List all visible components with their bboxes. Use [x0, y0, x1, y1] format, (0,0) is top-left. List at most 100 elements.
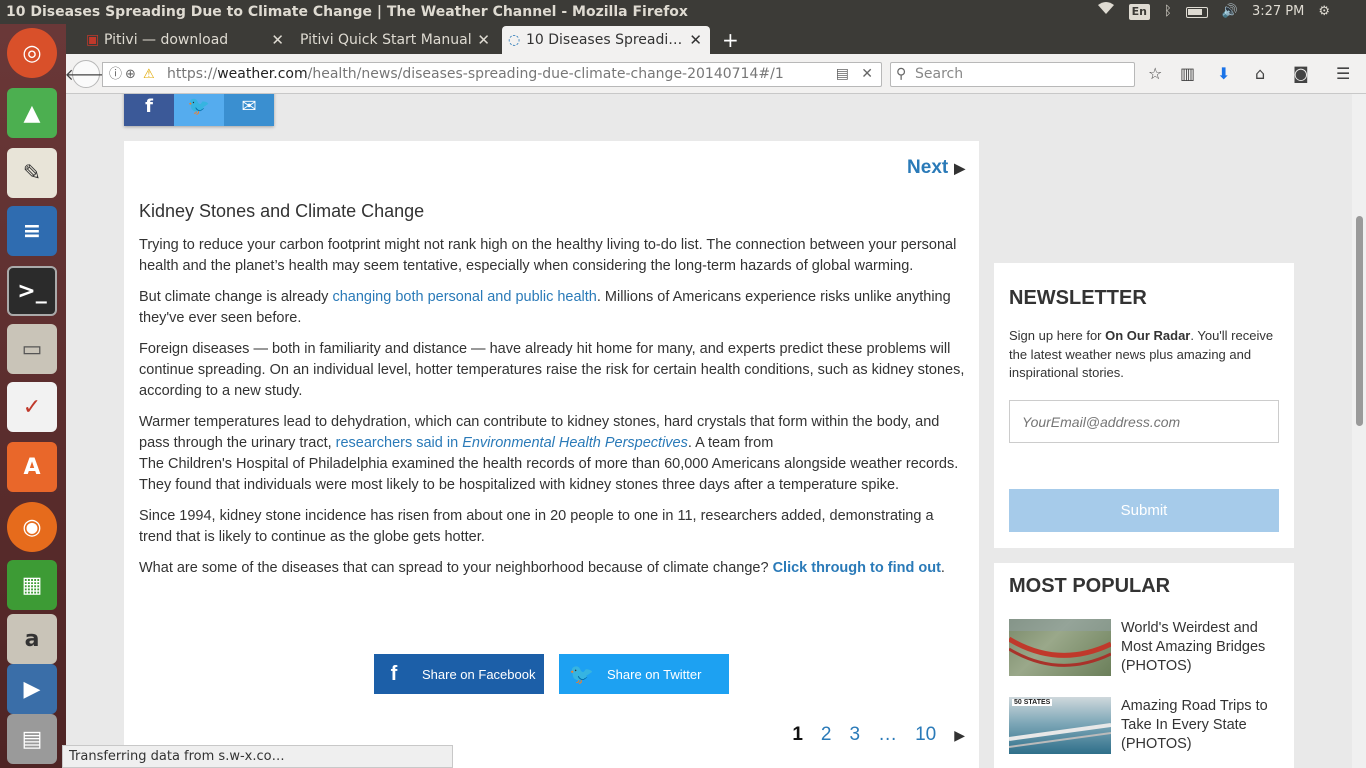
- window-titlebar: 10 Diseases Spreading Due to Climate Cha…: [0, 0, 1366, 24]
- newsletter-title: NEWSLETTER: [1009, 287, 1147, 309]
- text: .: [940, 560, 945, 576]
- trash-icon[interactable]: ▤: [7, 714, 57, 764]
- pitivi-icon: ▣: [86, 32, 100, 48]
- new-tab-button[interactable]: +: [718, 26, 744, 54]
- paragraph: What are some of the diseases that can s…: [139, 558, 965, 579]
- list-item[interactable]: 50 STATES Amazing Road Trips to Take In …: [1009, 697, 1289, 757]
- menu-icon[interactable]: ☰: [1336, 64, 1350, 83]
- paragraph: But climate change is already changing b…: [139, 287, 965, 329]
- button-label: Share on Facebook: [422, 666, 536, 682]
- stop-icon[interactable]: ✕: [861, 63, 873, 86]
- clock[interactable]: 3:27 PM: [1252, 0, 1304, 24]
- loading-spinner-icon: ◌: [508, 32, 521, 48]
- paragraph: Foreign diseases — both in familiarity a…: [139, 341, 965, 399]
- software-center-icon[interactable]: A: [7, 442, 57, 492]
- terminal-icon[interactable]: >_: [7, 266, 57, 316]
- road-trip-thumbnail[interactable]: 50 STATES: [1009, 697, 1111, 754]
- article-card: Next ▶ Kidney Stones and Climate Change T…: [124, 141, 979, 768]
- wifi-icon[interactable]: [1097, 0, 1115, 24]
- files-icon[interactable]: ▭: [7, 324, 57, 374]
- writer-icon[interactable]: ≡: [7, 206, 57, 256]
- link-text: researchers said in: [335, 435, 463, 451]
- spreadsheet-icon[interactable]: ▦: [7, 560, 57, 610]
- text: What are some of the diseases that can s…: [139, 560, 773, 576]
- reading-list-icon[interactable]: ▥: [1180, 64, 1195, 83]
- text: . A team from: [687, 435, 774, 451]
- tab-pitivi-manual[interactable]: Pitivi Quick Start Manual ✕: [290, 26, 498, 54]
- health-link[interactable]: changing both personal and public health: [332, 289, 596, 305]
- search-input[interactable]: ⚲ Search: [890, 62, 1135, 87]
- chevron-right-icon[interactable]: ▶: [954, 727, 965, 744]
- page-1[interactable]: 1: [792, 724, 803, 746]
- media-player-icon[interactable]: ▶: [7, 664, 57, 714]
- article-title: Kidney Stones and Climate Change: [139, 201, 425, 221]
- page-scrollbar[interactable]: [1352, 94, 1366, 768]
- bookmark-star-icon[interactable]: ☆: [1148, 64, 1162, 83]
- android-studio-icon[interactable]: ▲: [7, 88, 57, 138]
- bridge-thumbnail[interactable]: [1009, 619, 1111, 676]
- share-facebook-button[interactable]: f Share on Facebook: [374, 654, 544, 694]
- text: On Our Radar: [1105, 328, 1191, 343]
- share-twitter-button[interactable]: 🐦 Share on Twitter: [559, 654, 729, 694]
- paragraph: Warmer temperatures lead to dehydration,…: [139, 412, 965, 496]
- email-field[interactable]: [1009, 400, 1279, 443]
- keyboard-layout-indicator[interactable]: En: [1128, 4, 1150, 20]
- info-icon[interactable]: ⓘ: [109, 63, 122, 86]
- close-icon[interactable]: ✕: [689, 26, 702, 54]
- tab-label: Pitivi — download: [104, 32, 229, 48]
- tab-weather-article[interactable]: ◌ 10 Diseases Spreadi… ✕: [502, 26, 710, 54]
- pagination: 1 2 3 … 10 ▶: [792, 724, 965, 746]
- reader-view-icon[interactable]: ▤: [836, 63, 849, 86]
- url-bar[interactable]: ⓘ ⊕ ⚠ https://weather.com/health/news/di…: [102, 62, 882, 87]
- states-badge: 50 STATES: [1012, 699, 1053, 706]
- firefox-icon[interactable]: ◉: [7, 502, 57, 552]
- text: Sign up here for: [1009, 328, 1106, 343]
- facebook-icon[interactable]: f: [124, 94, 174, 126]
- tab-pitivi-download[interactable]: ▣ Pitivi — download ✕: [80, 26, 292, 54]
- submit-button[interactable]: Submit: [1009, 489, 1279, 532]
- list-item-title[interactable]: Amazing Road Trips to Take In Every Stat…: [1121, 697, 1286, 754]
- paragraph: Since 1994, kidney stone incidence has r…: [139, 508, 934, 545]
- page-2[interactable]: 2: [821, 724, 832, 746]
- most-popular-title: MOST POPULAR: [1009, 575, 1171, 597]
- close-icon[interactable]: ✕: [271, 26, 284, 54]
- battery-icon[interactable]: [1185, 6, 1208, 18]
- list-item-title[interactable]: World's Weirdest and Most Amazing Bridge…: [1121, 619, 1286, 676]
- scrollbar-thumb[interactable]: [1356, 216, 1363, 426]
- status-bar: Transferring data from s.w-x.co…: [62, 745, 453, 768]
- click-through-link[interactable]: Click through to find out: [773, 560, 941, 576]
- tab-label: 10 Diseases Spreadi…: [526, 32, 683, 48]
- gear-icon[interactable]: ⚙: [1318, 0, 1330, 24]
- page-3[interactable]: 3: [850, 724, 861, 746]
- tab-label: Pitivi Quick Start Manual: [300, 32, 472, 48]
- text: But climate change is already: [139, 289, 333, 305]
- tracking-icon[interactable]: ⊕: [125, 63, 136, 86]
- back-button[interactable]: 🡐: [65, 60, 107, 88]
- next-slide-link[interactable]: Next ▶: [907, 157, 965, 179]
- volume-icon[interactable]: 🔊: [1222, 0, 1238, 24]
- page-ellipsis[interactable]: …: [878, 724, 897, 746]
- page-10[interactable]: 10: [915, 724, 936, 746]
- url-path: /health/news/diseases-spreading-due-clim…: [307, 66, 784, 82]
- document-viewer-icon[interactable]: ✓: [7, 382, 57, 432]
- url-scheme: https://: [167, 66, 218, 82]
- navigation-toolbar: 🡐 ⓘ ⊕ ⚠ https://weather.com/health/news/…: [65, 54, 1366, 94]
- bluetooth-icon[interactable]: ᛒ: [1164, 0, 1172, 24]
- tab-strip: ▣ Pitivi — download ✕ Pitivi Quick Start…: [66, 24, 1366, 54]
- unity-launcher: ◎ ▲ ✎ ≡ >_ ▭ ✓ A ◉ ▦ a ▶ ▤: [0, 24, 66, 768]
- twitter-icon[interactable]: 🐦: [174, 94, 224, 126]
- twitter-icon: 🐦: [569, 663, 594, 686]
- downloads-icon[interactable]: ⬇: [1217, 64, 1230, 83]
- home-icon[interactable]: ⌂: [1255, 64, 1265, 83]
- list-item[interactable]: World's Weirdest and Most Amazing Bridge…: [1009, 619, 1289, 679]
- warning-lock-icon[interactable]: ⚠: [143, 63, 155, 86]
- researchers-link[interactable]: researchers said in Environmental Health…: [336, 435, 688, 451]
- window-title: 10 Diseases Spreading Due to Climate Cha…: [6, 4, 688, 20]
- ubuntu-logo-icon[interactable]: ◎: [7, 28, 57, 78]
- pocket-icon[interactable]: ◙: [1293, 64, 1309, 83]
- close-icon[interactable]: ✕: [477, 26, 490, 54]
- amazon-icon[interactable]: a: [7, 614, 57, 664]
- search-icon: ⚲: [896, 66, 907, 82]
- text-editor-icon[interactable]: ✎: [7, 148, 57, 198]
- email-icon[interactable]: ✉: [224, 94, 274, 126]
